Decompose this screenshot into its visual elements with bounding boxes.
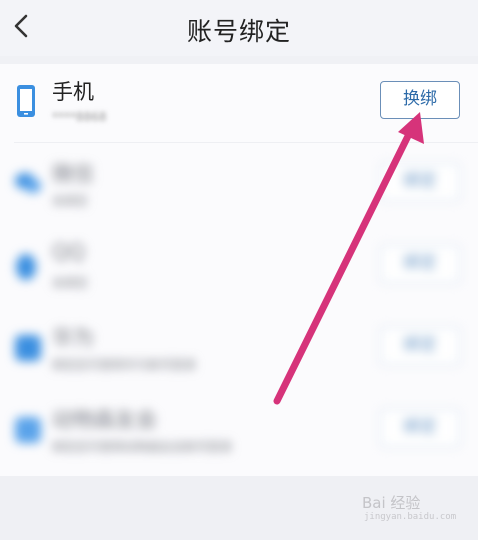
account-row-qq: QQ 未绑定 绑定 bbox=[0, 228, 478, 310]
account-name: QQ bbox=[52, 240, 86, 264]
account-detail: 绑定后可使用动物森友会账号登录 bbox=[52, 440, 233, 454]
wechat-icon bbox=[15, 173, 41, 193]
bind-button[interactable]: 绑定 bbox=[380, 409, 460, 447]
account-name: 动物森友会 bbox=[52, 408, 157, 432]
divider bbox=[14, 142, 478, 143]
account-detail: 未绑定 bbox=[52, 194, 89, 208]
rebind-button[interactable]: 换绑 bbox=[380, 81, 460, 119]
watermark-url: jingyan.baidu.com bbox=[364, 512, 457, 522]
account-row-wechat: 微信 未绑定 绑定 bbox=[0, 146, 478, 228]
account-list: 手机 ****8868 换绑 微信 未绑定 绑定 QQ 未绑定 绑定 华为 绑定… bbox=[0, 64, 478, 476]
game-icon bbox=[15, 417, 41, 443]
account-name: 华为 bbox=[52, 326, 94, 350]
account-detail: ****8868 bbox=[52, 110, 107, 124]
bind-button[interactable]: 绑定 bbox=[380, 327, 460, 365]
page-title: 账号绑定 bbox=[186, 17, 291, 46]
account-name: 微信 bbox=[52, 162, 94, 186]
qq-icon bbox=[16, 254, 36, 280]
account-row-phone: 手机 ****8868 换绑 bbox=[0, 64, 478, 146]
account-row-game: 动物森友会 绑定后可使用动物森友会账号登录 绑定 bbox=[0, 392, 478, 474]
account-detail: 未绑定 bbox=[52, 276, 89, 290]
phone-icon bbox=[17, 85, 35, 117]
account-detail: 绑定后可使用华为账号登录 bbox=[52, 358, 197, 372]
bind-button[interactable]: 绑定 bbox=[380, 163, 460, 201]
account-row-huawei: 华为 绑定后可使用华为账号登录 绑定 bbox=[0, 310, 478, 392]
top-bar: 账号绑定 bbox=[0, 0, 478, 56]
watermark-text: Bai 经验 bbox=[362, 494, 421, 512]
account-name: 手机 bbox=[52, 80, 94, 104]
bind-button[interactable]: 绑定 bbox=[380, 245, 460, 283]
huawei-icon bbox=[15, 335, 41, 361]
